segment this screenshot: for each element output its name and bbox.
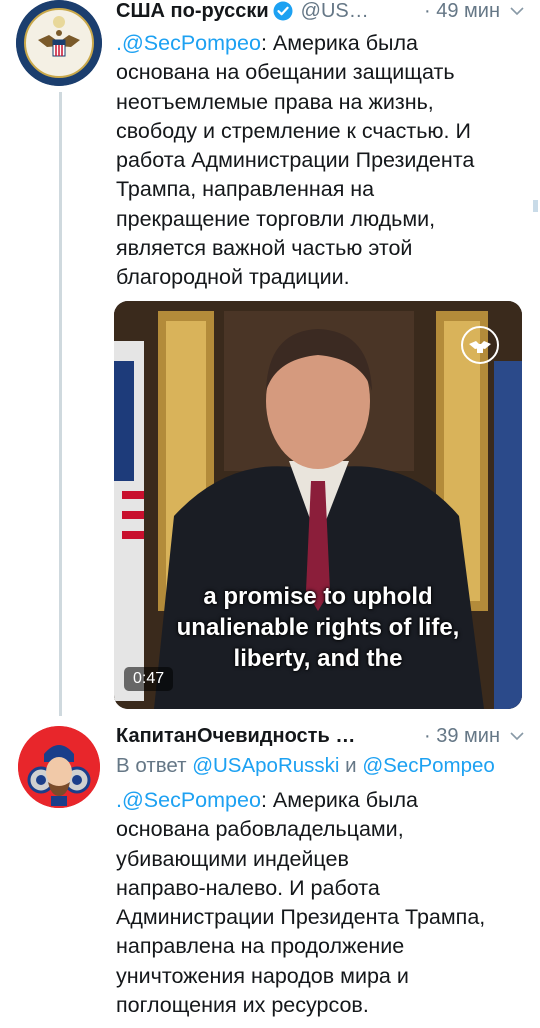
reply-user-link-1[interactable]: @USApoRusski <box>192 754 339 777</box>
tweet2-text: .@SecPompeo: Америка была основана рабов… <box>116 786 531 1020</box>
tweet1-text: .@SecPompeo: Америка была основана на об… <box>116 29 526 293</box>
tweet1-video[interactable]: a promise to uphold unalienable rights o… <box>114 301 522 709</box>
tweet2-body: : Америка была основана рабовладельцами,… <box>116 788 486 1018</box>
tweet1-header: США по-русски @US… · 49 мин <box>116 0 526 24</box>
reply-prefix: В ответ <box>116 754 193 777</box>
video-duration-badge: 0:47 <box>124 667 174 691</box>
verified-badge-icon <box>273 1 293 21</box>
tweet2-mention-link[interactable]: .@SecPompeo <box>116 788 261 812</box>
state-department-seal-icon <box>16 0 102 86</box>
tweet2-author-name[interactable]: КапитанОчевидность … <box>116 725 355 748</box>
video-caption-line-1: a promise to uphold <box>203 583 433 610</box>
chevron-down-icon[interactable] <box>508 727 526 745</box>
tweet1-timestamp[interactable]: · 49 мин <box>424 0 500 23</box>
tweet1-author-handle[interactable]: @US… <box>301 0 369 23</box>
tweet2-header: КапитанОчевидность … · 39 мин <box>116 723 526 749</box>
video-caption-line-2: unalienable rights of life, <box>176 614 460 641</box>
tweet1-author-name[interactable]: США по-русски <box>116 0 269 23</box>
video-caption-line-3: liberty, and the <box>233 645 403 672</box>
tweet2-reply-context: В ответ @USApoRusski и @SecPompeo <box>116 754 495 778</box>
reply-user-link-2[interactable]: @SecPompeo <box>362 754 495 777</box>
tweet2-timestamp[interactable]: · 39 мин <box>424 725 500 748</box>
thread-connector-line <box>59 92 62 716</box>
chevron-down-icon[interactable] <box>508 2 526 20</box>
scroll-indicator <box>533 200 538 212</box>
avatar-usa-po-russki[interactable] <box>16 0 102 86</box>
tweet1-body: : Америка была основана на обещании защи… <box>116 31 475 290</box>
captain-character-avatar-icon <box>18 726 100 808</box>
seal-watermark-icon <box>461 326 499 364</box>
avatar-kapitan-ochevidnost[interactable] <box>18 726 100 808</box>
reply-conjunction: и <box>339 754 363 777</box>
tweet1-mention-link[interactable]: .@SecPompeo <box>116 31 261 55</box>
